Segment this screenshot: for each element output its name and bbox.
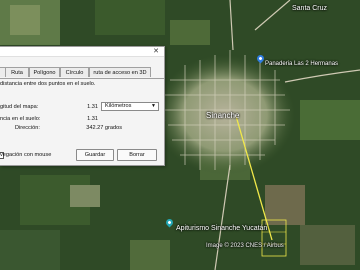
- label-santa-cruz: Santa Cruz: [292, 5, 328, 12]
- close-icon[interactable]: ✕: [148, 47, 164, 56]
- chevron-down-icon: ▼: [151, 103, 156, 109]
- map-attribution: Image © 2023 CNES / Airbus: [206, 243, 284, 249]
- label-sinanche: Sinanche: [206, 111, 240, 120]
- label-bakery[interactable]: Panaderia Las 2 Hermanas: [265, 61, 338, 67]
- unit-select-value: Kilómetros: [105, 103, 132, 109]
- tab-circulo[interactable]: Círculo: [60, 67, 89, 77]
- ruler-dialog: ✕ Ruta Polígono Círculo ruta de acceso e…: [0, 46, 165, 166]
- map-length-label: gitud del mapa:: [0, 104, 39, 110]
- ruler-description: distancia entre dos puntos en el suelo.: [0, 81, 96, 87]
- tab-ruta[interactable]: Ruta: [5, 67, 29, 77]
- unit-select[interactable]: Kilómetros ▼: [101, 102, 159, 111]
- save-button[interactable]: Guardar: [76, 149, 114, 161]
- heading-label: Dirección:: [15, 125, 40, 131]
- mouse-nav-label: vegación con mouse: [0, 152, 52, 158]
- label-apiturismo[interactable]: Apiturismo Sinanche Yucatán: [176, 225, 267, 232]
- dialog-titlebar[interactable]: ✕: [0, 47, 164, 57]
- map-length-value: 1.31: [87, 104, 98, 110]
- tab-poligono[interactable]: Polígono: [29, 67, 60, 77]
- clear-button[interactable]: Borrar: [117, 149, 157, 161]
- tab-3d-path[interactable]: ruta de acceso en 3D: [89, 67, 151, 77]
- ruler-tabs: Ruta Polígono Círculo ruta de acceso en …: [0, 67, 164, 79]
- ground-length-label: ncia en el suelo:: [0, 116, 41, 122]
- ground-length-value: 1.31: [87, 116, 98, 122]
- heading-value: 342.27 grados: [86, 125, 122, 131]
